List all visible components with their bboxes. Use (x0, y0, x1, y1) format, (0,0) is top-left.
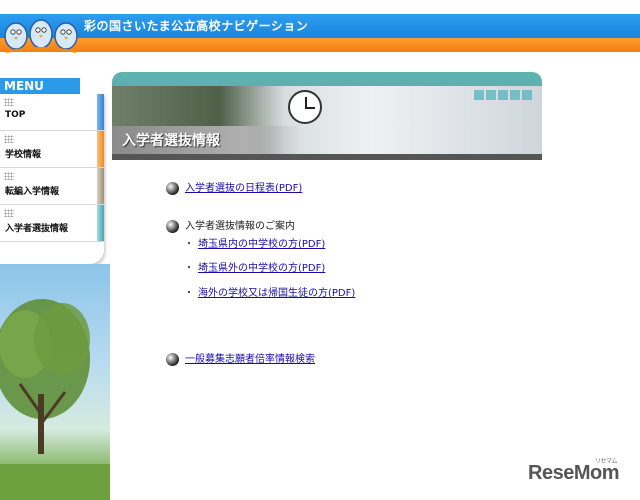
header-accent-bar (0, 38, 640, 52)
schedule-pdf-link[interactable]: 入学者選抜の日程表(PDF) (185, 183, 302, 194)
sidebar-item-label: 転編入学情報 (5, 187, 60, 197)
sidebar-item-school-info[interactable]: 学校情報 (0, 131, 104, 168)
guide-heading: 入学者選抜情報のご案内 (185, 221, 295, 232)
small-bullet-icon: ・ (184, 263, 194, 274)
watermark-kana: リセマム (594, 459, 618, 465)
list-item: 入学者選抜の日程表(PDF) (166, 182, 302, 196)
sidebar-item-label: 入学者選抜情報 (5, 224, 69, 234)
accent-stripe (97, 94, 104, 130)
page-title: 入学者選抜情報 (122, 133, 220, 149)
list-item: ・ 海外の学校又は帰国生徒の方(PDF) (184, 287, 355, 301)
clock-icon (288, 90, 322, 124)
list-item: 一般募集志願者倍率情報検索 (166, 353, 315, 367)
sidebar-item-label: TOP (5, 110, 26, 120)
sidebar-item-transfer-info[interactable]: 転編入学情報 (0, 168, 104, 205)
round-bullet-icon (166, 182, 179, 195)
decorative-squares (474, 90, 532, 100)
list-item: ・ 埼玉県外の中学校の方(PDF) (184, 262, 325, 276)
application-ratio-search-link[interactable]: 一般募集志願者倍率情報検索 (185, 354, 315, 365)
menu-title: MENU (0, 78, 80, 94)
overseas-returnee-pdf-link[interactable]: 海外の学校又は帰国生徒の方(PDF) (198, 288, 355, 299)
sidebar-menu: TOP 学校情報 転編入学情報 入学者選抜情報 (0, 94, 104, 264)
accent-stripe (97, 131, 104, 167)
dots-icon (4, 172, 14, 180)
section-banner: 入学者選抜情報 (112, 72, 542, 160)
list-item: ・ 埼玉県内の中学校の方(PDF) (184, 238, 325, 252)
resemom-watermark: ReseMom リセマム (528, 459, 619, 485)
sidebar-item-admission-info[interactable]: 入学者選抜情報 (0, 205, 104, 242)
accent-stripe (97, 205, 104, 241)
banner-divider (112, 154, 542, 160)
accent-stripe (97, 168, 104, 204)
small-bullet-icon: ・ (184, 239, 194, 250)
sidebar-tree-photo (0, 264, 110, 500)
top-strip (0, 0, 640, 14)
mascot-logo-icon[interactable] (2, 8, 80, 56)
dots-icon (4, 209, 14, 217)
sidebar-item-label: 学校情報 (5, 150, 42, 160)
site-title: 彩の国さいたま公立高校ナビゲーション (84, 19, 309, 33)
round-bullet-icon (166, 220, 179, 233)
in-prefecture-pdf-link[interactable]: 埼玉県内の中学校の方(PDF) (198, 239, 325, 250)
list-item: 入学者選抜情報のご案内 (166, 220, 295, 234)
tree-illustration-icon (0, 299, 110, 500)
dots-icon (4, 98, 14, 106)
dots-icon (4, 135, 14, 143)
watermark-brand: ReseMom (528, 462, 619, 484)
small-bullet-icon: ・ (184, 288, 194, 299)
round-bullet-icon (166, 353, 179, 366)
out-prefecture-pdf-link[interactable]: 埼玉県外の中学校の方(PDF) (198, 263, 325, 274)
sidebar-item-top[interactable]: TOP (0, 94, 104, 131)
